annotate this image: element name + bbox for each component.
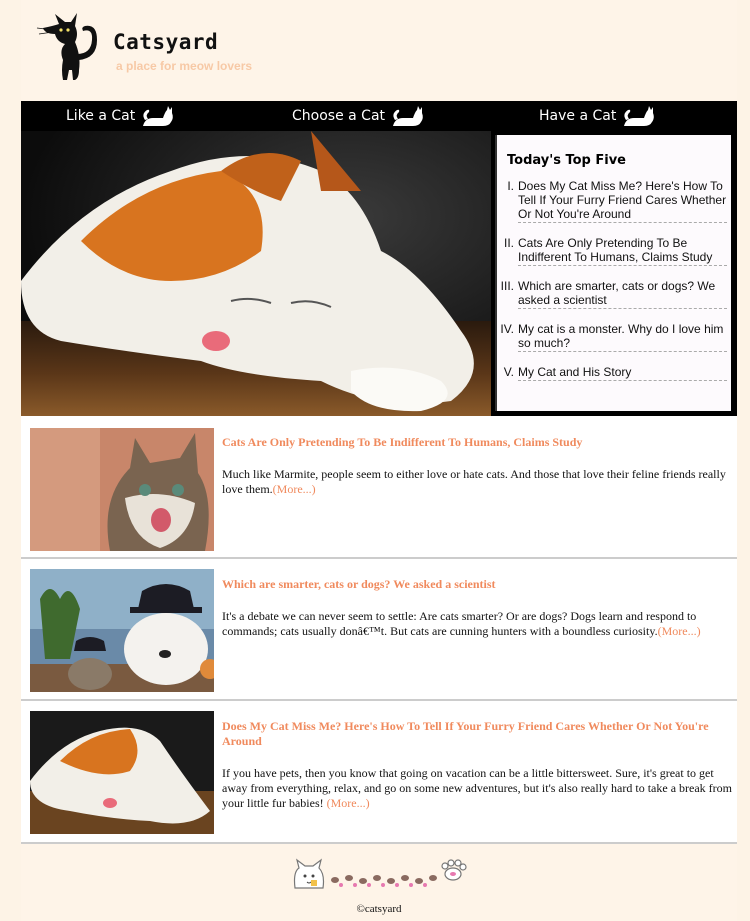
article-card: Does My Cat Miss Me? Here's How To Tell … bbox=[21, 701, 737, 844]
more-link[interactable]: (More...) bbox=[273, 482, 316, 496]
site-title[interactable]: Catsyard bbox=[113, 30, 218, 54]
nav-item-have-a-cat[interactable]: Have a Cat bbox=[539, 101, 656, 131]
nav-item-like-a-cat[interactable]: Like a Cat bbox=[66, 101, 175, 131]
article-card: Which are smarter, cats or dogs? We aske… bbox=[21, 559, 737, 701]
nav-label: Have a Cat bbox=[539, 108, 617, 124]
list-number: I. bbox=[507, 179, 514, 193]
top-five-panel: Today's Top Five I. Does My Cat Miss Me?… bbox=[495, 135, 731, 411]
kitten-meowing-thumbnail[interactable] bbox=[30, 428, 214, 551]
sleeping-kitten-hero-image bbox=[21, 131, 491, 416]
list-number: III. bbox=[500, 279, 514, 293]
article-title[interactable]: Which are smarter, cats or dogs? We aske… bbox=[222, 577, 732, 592]
nav-label: Like a Cat bbox=[66, 108, 136, 124]
top-five-link[interactable]: Which are smarter, cats or dogs? We aske… bbox=[518, 279, 727, 309]
lying-cat-icon bbox=[393, 106, 423, 126]
article-excerpt: If you have pets, then you know that goi… bbox=[222, 766, 732, 810]
top-five-link[interactable]: My cat is a monster. Why do I love him s… bbox=[518, 322, 727, 352]
sleeping-kitten-thumbnail[interactable] bbox=[30, 711, 214, 834]
list-number: V. bbox=[503, 365, 514, 379]
top-five-item[interactable]: IV. My cat is a monster. Why do I love h… bbox=[497, 322, 733, 352]
cat-logo-icon[interactable] bbox=[35, 10, 105, 82]
nav-item-choose-a-cat[interactable]: Choose a Cat bbox=[292, 101, 425, 131]
top-five-item[interactable]: III. Which are smarter, cats or dogs? We… bbox=[497, 279, 733, 309]
list-number: IV. bbox=[500, 322, 514, 336]
cat-pawprints-footer-art bbox=[293, 858, 467, 889]
top-five-link[interactable]: My Cat and His Story bbox=[518, 365, 727, 381]
article-excerpt: It's a debate we can never seem to settl… bbox=[222, 609, 697, 638]
article-body: It's a debate we can never seem to settl… bbox=[222, 609, 732, 639]
top-five-title: Today's Top Five bbox=[507, 153, 626, 168]
list-number: II. bbox=[503, 236, 514, 250]
article-title[interactable]: Cats Are Only Pretending To Be Indiffere… bbox=[222, 435, 732, 450]
lying-cat-icon bbox=[624, 106, 655, 126]
hero-section: Today's Top Five I. Does My Cat Miss Me?… bbox=[21, 131, 737, 416]
more-link[interactable]: (More...) bbox=[327, 796, 370, 810]
lying-cat-icon bbox=[143, 106, 174, 126]
top-five-item[interactable]: I. Does My Cat Miss Me? Here's How To Te… bbox=[497, 179, 733, 223]
main-nav: Like a Cat Choose a Cat Have a Cat bbox=[21, 101, 737, 131]
cat-and-dog-thumbnail[interactable] bbox=[30, 569, 214, 692]
copyright-text: ©catsyard bbox=[356, 903, 402, 915]
top-five-link[interactable]: Cats Are Only Pretending To Be Indiffere… bbox=[518, 236, 727, 266]
site-header: Catsyard a place for meow lovers bbox=[21, 0, 737, 100]
article-body: Much like Marmite, people seem to either… bbox=[222, 467, 732, 497]
top-five-item[interactable]: II. Cats Are Only Pretending To Be Indif… bbox=[497, 236, 733, 266]
site-tagline: a place for meow lovers bbox=[116, 59, 253, 73]
nav-label: Choose a Cat bbox=[292, 108, 386, 124]
article-body: If you have pets, then you know that goi… bbox=[222, 766, 732, 811]
top-five-list: I. Does My Cat Miss Me? Here's How To Te… bbox=[497, 179, 733, 394]
top-five-item[interactable]: V. My Cat and His Story bbox=[497, 365, 733, 381]
article-card: Cats Are Only Pretending To Be Indiffere… bbox=[21, 416, 737, 559]
top-five-link[interactable]: Does My Cat Miss Me? Here's How To Tell … bbox=[518, 179, 727, 223]
page: Catsyard a place for meow lovers Like a … bbox=[21, 0, 737, 921]
article-title[interactable]: Does My Cat Miss Me? Here's How To Tell … bbox=[222, 719, 732, 749]
more-link[interactable]: (More...) bbox=[658, 624, 701, 638]
article-list: Cats Are Only Pretending To Be Indiffere… bbox=[21, 416, 737, 844]
